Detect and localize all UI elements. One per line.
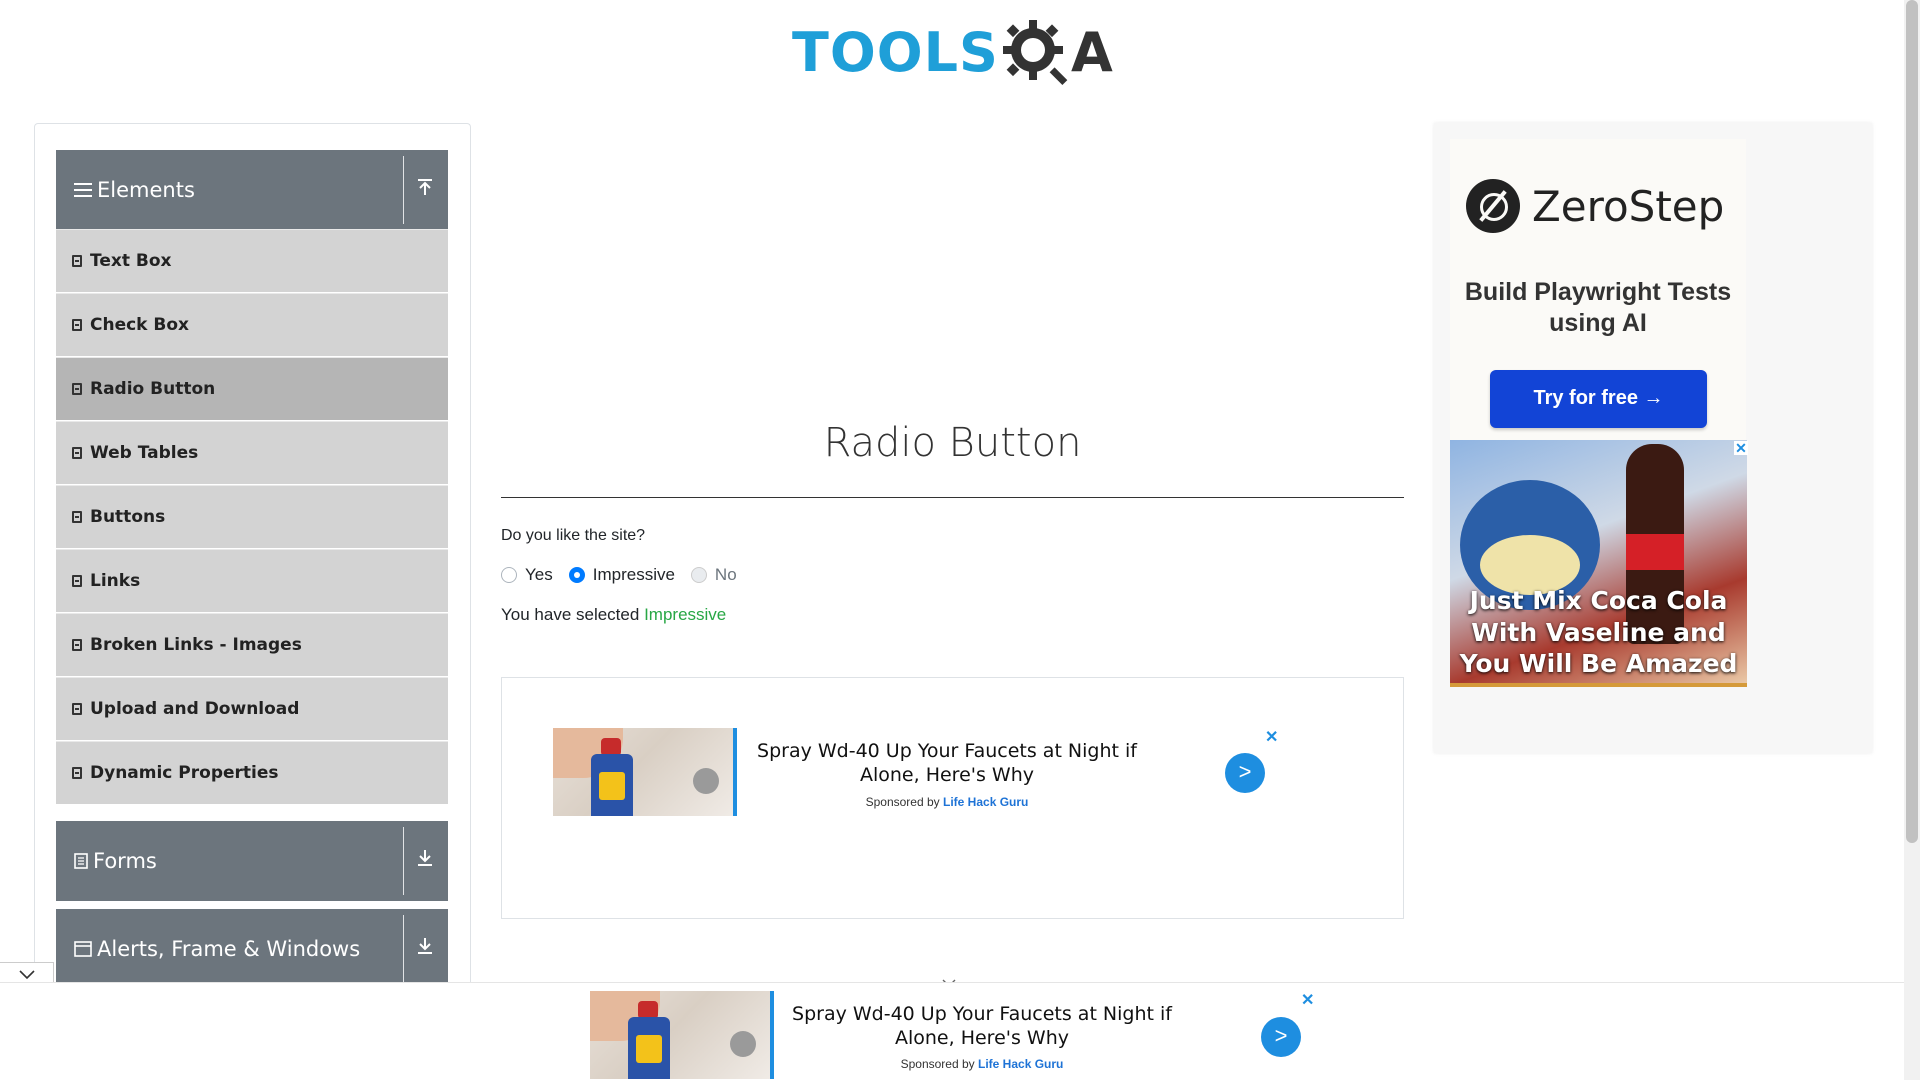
menu-item-label: Dynamic Properties (90, 763, 279, 783)
menu-item-icon (72, 383, 82, 395)
page: TOOLS A Elements Text Box Check Box Radi… (0, 0, 1920, 1080)
bottom-ad-image[interactable] (590, 991, 774, 1079)
group-header-forms[interactable]: Forms (56, 821, 448, 901)
inline-ad[interactable]: Spray Wd-40 Up Your Faucets at Night if … (501, 677, 1404, 919)
radio-circle[interactable] (568, 567, 585, 583)
group-divider (403, 156, 404, 224)
menu-lines-icon (74, 181, 92, 199)
menu-item-radio-button[interactable]: Radio Button (56, 357, 448, 421)
radio-yes[interactable]: Yes (501, 565, 553, 585)
menu-item-links[interactable]: Links (56, 549, 448, 613)
sponsor-prefix: Sponsored by (900, 1057, 975, 1071)
menu-item-icon (72, 255, 82, 267)
radio-label-no[interactable]: No (715, 565, 737, 585)
zerostep-tagline: Build Playwright Tests using AI (1464, 278, 1732, 338)
coke-ad-text[interactable]: Just Mix Coca Cola With Vaseline and You… (1450, 585, 1747, 680)
selection-result: You have selected Impressive (501, 605, 726, 625)
group-header-elements[interactable]: Elements (56, 150, 448, 230)
question-text: Do you like the site? (501, 527, 646, 544)
menu-item-text-box[interactable]: Text Box (56, 229, 448, 293)
menu-item-icon (72, 575, 82, 587)
menu-item-icon (72, 319, 82, 331)
ad-headline[interactable]: Spray Wd-40 Up Your Faucets at Night if … (757, 739, 1137, 788)
zerostep-logo: ZeroStep (1466, 179, 1724, 233)
zerostep-brand: ZeroStep (1532, 181, 1725, 231)
gear-magnifier-icon (1002, 20, 1068, 86)
group-header-alerts[interactable]: Alerts, Frame & Windows (56, 909, 448, 989)
bottom-sticky-ad[interactable]: Spray Wd-40 Up Your Faucets at Night if … (0, 982, 1904, 1080)
radio-group: Yes Impressive No (501, 565, 753, 585)
selection-prefix: You have selected (501, 605, 640, 624)
group-label-elements: Elements (97, 178, 195, 202)
group-label-alerts: Alerts, Frame & Windows (97, 937, 361, 961)
menu-item-label: Broken Links - Images (90, 635, 302, 655)
form-icon (74, 853, 88, 869)
menu-item-icon (72, 511, 82, 523)
page-title: Radio Button (823, 420, 1082, 466)
zerostep-ad[interactable]: ZeroStep Build Playwright Tests using AI… (1450, 139, 1746, 455)
try-free-button[interactable]: Try for free → (1490, 370, 1707, 428)
logo-text-tools: TOOLS (792, 21, 999, 84)
sponsor-prefix: Sponsored by (865, 795, 940, 809)
chevron-down-icon (18, 970, 35, 980)
radio-impressive[interactable]: Impressive (568, 565, 675, 585)
menu-item-buttons[interactable]: Buttons (56, 485, 448, 549)
menu-item-upload-download[interactable]: Upload and Download (56, 677, 448, 741)
menu-item-label: Check Box (90, 315, 190, 335)
coke-ad[interactable]: Just Mix Coca Cola With Vaseline and You… (1450, 440, 1747, 687)
menu-item-dynamic-properties[interactable]: Dynamic Properties (56, 741, 448, 805)
drain-shape (693, 768, 719, 794)
menu-item-label: Web Tables (90, 443, 199, 463)
menu-item-broken-links[interactable]: Broken Links - Images (56, 613, 448, 677)
zerostep-logo-icon (1466, 179, 1520, 233)
title-divider (501, 497, 1404, 498)
sponsor-name[interactable]: Life Hack Guru (943, 795, 1028, 809)
logo-text-a: A (1070, 21, 1113, 84)
radio-circle[interactable] (501, 567, 517, 583)
group-label-forms: Forms (93, 849, 157, 873)
radio-no[interactable]: No (690, 565, 737, 585)
spray-can-shape (591, 754, 633, 816)
toolsqa-logo[interactable]: TOOLS A (792, 14, 1116, 92)
vertical-scrollbar[interactable] (1904, 0, 1920, 1080)
selection-value: Impressive (644, 605, 727, 624)
menu-item-label: Upload and Download (90, 699, 300, 719)
left-sidebar: Elements Text Box Check Box Radio Button… (34, 123, 471, 1003)
radio-label-yes[interactable]: Yes (525, 565, 553, 585)
sponsor-name[interactable]: Life Hack Guru (978, 1057, 1063, 1071)
bottom-ad-go-button[interactable]: > (1261, 1017, 1301, 1057)
group-divider (403, 915, 404, 983)
menu-item-label: Text Box (90, 251, 172, 271)
menu-item-label: Buttons (90, 507, 166, 527)
menu-item-icon (72, 703, 82, 715)
menu-item-check-box[interactable]: Check Box (56, 293, 448, 357)
collapse-up-icon[interactable] (412, 176, 438, 204)
drain-shape (730, 1031, 756, 1057)
menu-item-label: Radio Button (90, 379, 216, 399)
menu-item-icon (72, 639, 82, 651)
ad-go-button[interactable]: > (1225, 753, 1265, 793)
radio-label-impressive[interactable]: Impressive (593, 565, 675, 585)
scrollbar-thumb[interactable] (1906, 0, 1918, 843)
side-ad[interactable]: ZeroStep Build Playwright Tests using AI… (1434, 123, 1872, 753)
menu-item-web-tables[interactable]: Web Tables (56, 421, 448, 485)
group-divider (403, 827, 404, 895)
ad-close-icon[interactable]: ✕ (1265, 727, 1278, 747)
expand-down-icon[interactable] (412, 847, 438, 875)
ad-sponsor[interactable]: Sponsored by Life Hack Guru (757, 795, 1137, 809)
window-icon (74, 941, 92, 957)
menu-item-label: Links (90, 571, 141, 591)
radio-circle[interactable] (690, 567, 707, 583)
menu-item-icon (72, 447, 82, 459)
spray-can-shape (628, 1017, 670, 1079)
bottom-ad-sponsor[interactable]: Sponsored by Life Hack Guru (792, 1057, 1172, 1071)
menu-item-icon (72, 767, 82, 779)
elements-menu-list: Text Box Check Box Radio Button Web Tabl… (56, 229, 448, 805)
bottom-ad-close-icon[interactable]: ✕ (1301, 990, 1314, 1010)
ad-image[interactable] (553, 728, 737, 816)
expand-down-icon[interactable] (412, 935, 438, 963)
bottom-ad-headline[interactable]: Spray Wd-40 Up Your Faucets at Night if … (792, 1002, 1172, 1051)
coke-ad-close-icon[interactable]: ✕ (1734, 441, 1748, 455)
